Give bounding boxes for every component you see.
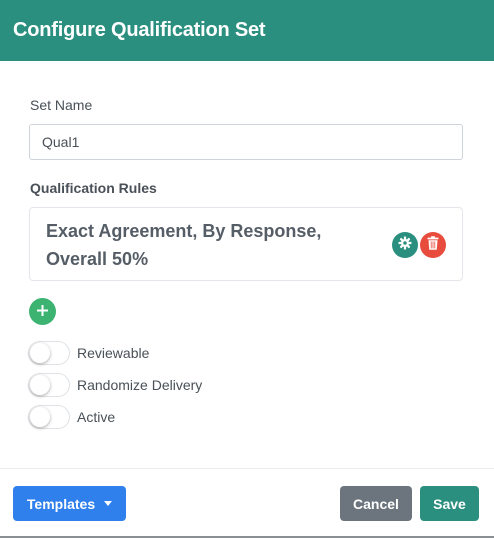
modal-header: Configure Qualification Set: [0, 0, 494, 61]
trash-icon: [427, 235, 439, 255]
randomize-delivery-toggle[interactable]: [28, 373, 70, 397]
randomize-delivery-label: Randomize Delivery: [77, 377, 203, 393]
active-label: Active: [77, 409, 116, 425]
reviewable-toggle[interactable]: [28, 341, 70, 365]
plus-icon: [37, 303, 48, 321]
templates-label: Templates: [26, 495, 96, 512]
set-name-label: Set Name: [30, 97, 93, 113]
reviewable-toggle-row: Reviewable: [28, 340, 149, 366]
gear-icon: [398, 236, 412, 255]
cancel-button[interactable]: Cancel: [340, 486, 412, 521]
toggle-knob: [30, 343, 50, 363]
footer-divider: [0, 468, 494, 469]
modal-title: Configure Qualification Set: [13, 19, 266, 41]
toggle-knob: [30, 375, 50, 395]
caret-down-icon: [104, 501, 113, 506]
qualification-rules-label: Qualification Rules: [30, 180, 157, 196]
add-rule-button[interactable]: [29, 298, 56, 325]
rule-delete-button[interactable]: [420, 232, 446, 258]
qualification-rule-card: Exact Agreement, By Response, Overall 50…: [29, 207, 463, 281]
toggle-knob: [30, 407, 50, 427]
rule-settings-button[interactable]: [392, 232, 418, 258]
templates-dropdown-button[interactable]: Templates: [13, 486, 126, 521]
set-name-input[interactable]: [29, 124, 463, 160]
configure-qualification-set-modal: Configure Qualification Set Set Name Qua…: [0, 0, 494, 538]
active-toggle-row: Active: [28, 404, 115, 430]
save-button[interactable]: Save: [420, 486, 479, 521]
reviewable-label: Reviewable: [77, 345, 150, 361]
randomize-delivery-toggle-row: Randomize Delivery: [28, 372, 202, 398]
active-toggle[interactable]: [28, 405, 70, 429]
rule-description: Exact Agreement, By Response, Overall 50…: [46, 221, 322, 269]
